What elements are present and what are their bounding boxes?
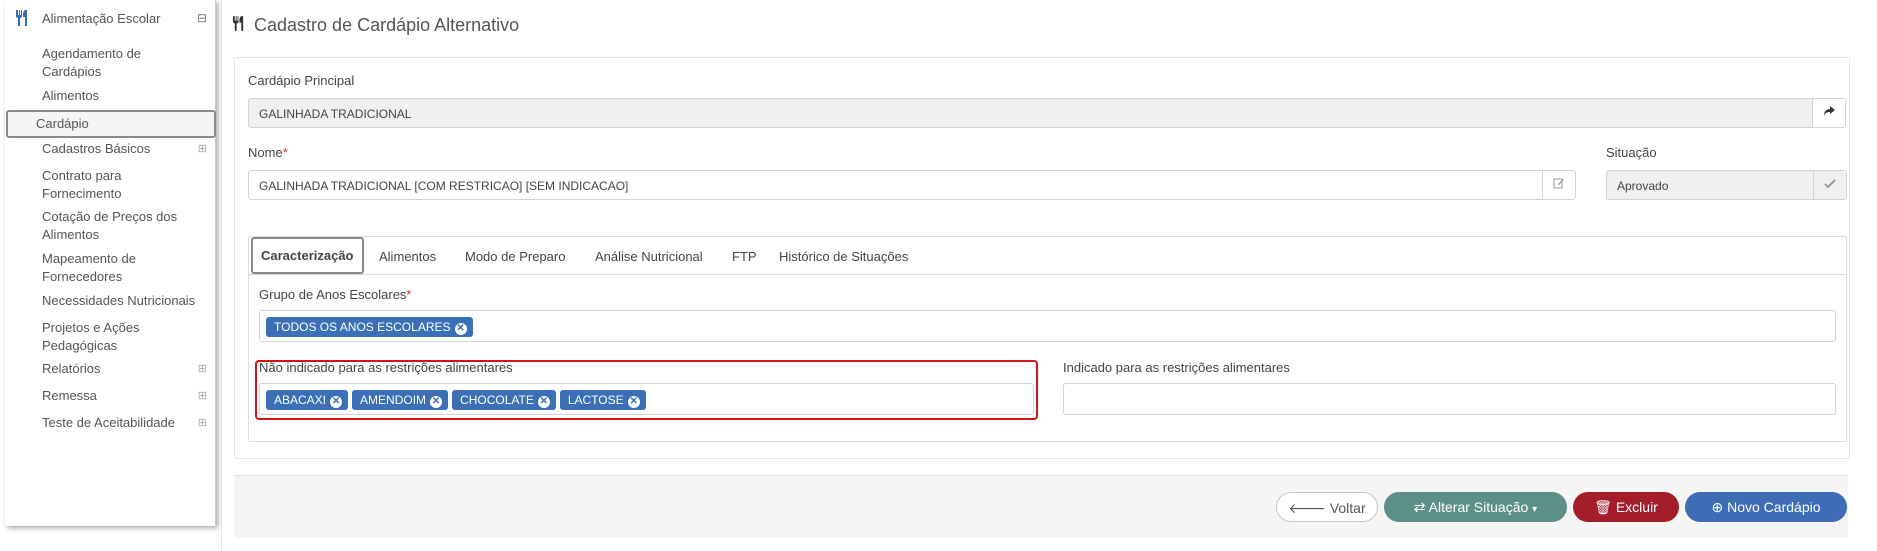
principal-label: Cardápio Principal bbox=[248, 73, 355, 88]
remove-tag-icon[interactable]: ✕ bbox=[454, 323, 467, 335]
sidebar-item-agendamento[interactable]: Agendamento de Cardápios bbox=[5, 45, 215, 81]
sidebar: Alimentação Escolar ⊟ Agendamento de Car… bbox=[5, 0, 216, 526]
sidebar-module-header[interactable]: Alimentação Escolar ⊟ bbox=[5, 0, 215, 38]
alterar-label: Alterar Situação bbox=[1428, 499, 1529, 515]
voltar-label: Voltar bbox=[1329, 500, 1366, 516]
situacao-value: Aprovado bbox=[1617, 179, 1669, 193]
situacao-field: Aprovado bbox=[1606, 170, 1847, 200]
grupo-label-text: Grupo de Anos Escolares bbox=[259, 287, 407, 302]
plus-circle-icon: ⊕ bbox=[1711, 499, 1724, 515]
sidebar-item-label: Alimentos bbox=[42, 88, 100, 103]
sidebar-item-teste[interactable]: Teste de Aceitabilidade ⊞ bbox=[5, 414, 215, 434]
sidebar-item-remessa[interactable]: Remessa ⊞ bbox=[5, 387, 215, 407]
collapse-icon[interactable]: ⊟ bbox=[197, 12, 207, 24]
check-icon bbox=[1813, 171, 1846, 199]
tab-ftp[interactable]: FTP bbox=[732, 249, 757, 264]
sidebar-item-alimentos[interactable]: Alimentos bbox=[5, 87, 215, 107]
share-icon[interactable] bbox=[1812, 99, 1845, 127]
required-marker: * bbox=[282, 145, 288, 160]
grupo-tag-input[interactable]: TODOS OS ANOS ESCOLARES ✕ bbox=[259, 310, 1836, 342]
trash-icon: 🗑 bbox=[1594, 499, 1612, 515]
tag-label: TODOS OS ANOS ESCOLARES bbox=[274, 320, 451, 334]
expand-icon[interactable]: ⊞ bbox=[198, 362, 207, 375]
edit-icon[interactable] bbox=[1542, 171, 1575, 199]
alterar-situacao-button[interactable]: ⇄ Alterar Situação ▾ bbox=[1384, 492, 1567, 522]
sidebar-item-contrato[interactable]: Contrato para Fornecimento bbox=[5, 167, 215, 203]
sidebar-item-label: Cotação de Preços dos Alimentos bbox=[42, 209, 178, 242]
situacao-label: Situação bbox=[1606, 145, 1657, 160]
sidebar-item-label: Necessidades Nutricionais bbox=[42, 293, 196, 308]
novo-cardapio-button[interactable]: ⊕ Novo Cardápio bbox=[1685, 492, 1847, 522]
tab-analise-nutricional[interactable]: Análise Nutricional bbox=[595, 249, 703, 264]
principal-value: GALINHADA TRADICIONAL bbox=[259, 107, 412, 121]
expand-icon[interactable]: ⊞ bbox=[198, 142, 207, 155]
sidebar-item-label: Mapeamento de Fornecedores bbox=[42, 251, 136, 284]
tab-alimentos[interactable]: Alimentos bbox=[379, 249, 436, 264]
exchange-icon: ⇄ bbox=[1413, 499, 1426, 515]
principal-field[interactable]: GALINHADA TRADICIONAL bbox=[248, 98, 1846, 128]
page-title-text: Cadastro de Cardápio Alternativo bbox=[254, 15, 520, 35]
utensils-icon bbox=[232, 15, 250, 35]
grupo-label: Grupo de Anos Escolares* bbox=[259, 287, 411, 302]
caret-down-icon: ▾ bbox=[1532, 504, 1538, 515]
nome-label-text: Nome bbox=[248, 145, 283, 160]
expand-icon[interactable]: ⊞ bbox=[198, 416, 207, 429]
indicado-label: Indicado para as restrições alimentares bbox=[1063, 360, 1290, 375]
tab-caracterizacao[interactable]: Caracterização bbox=[251, 237, 364, 274]
novo-label: Novo Cardápio bbox=[1727, 499, 1821, 515]
sidebar-item-relatorios[interactable]: Relatórios ⊞ bbox=[5, 360, 215, 380]
sidebar-item-label: Teste de Aceitabilidade bbox=[42, 415, 175, 430]
sidebar-item-label: Cadastros Básicos bbox=[42, 141, 151, 156]
tag-chip: TODOS OS ANOS ESCOLARES ✕ bbox=[266, 317, 473, 337]
tab-historico[interactable]: Histórico de Situações bbox=[779, 249, 908, 264]
page-title: Cadastro de Cardápio Alternativo bbox=[232, 15, 519, 36]
nome-value: GALINHADA TRADICIONAL [COM RESTRICAO] [S… bbox=[259, 179, 629, 193]
sidebar-item-necessidades[interactable]: Necessidades Nutricionais bbox=[5, 292, 215, 312]
sidebar-item-label: Contrato para Fornecimento bbox=[42, 168, 122, 201]
sidebar-item-label: Relatórios bbox=[42, 361, 101, 376]
expand-icon[interactable]: ⊞ bbox=[198, 389, 207, 402]
sidebar-item-label: Remessa bbox=[42, 388, 97, 403]
nome-label: Nome* bbox=[248, 145, 288, 160]
sidebar-module-label: Alimentação Escolar bbox=[42, 11, 161, 26]
utensils-icon bbox=[15, 10, 29, 31]
sidebar-item-projetos[interactable]: Projetos e Ações Pedagógicas bbox=[5, 319, 215, 355]
highlight-box bbox=[255, 360, 1038, 420]
excluir-label: Excluir bbox=[1615, 499, 1658, 515]
sidebar-item-cotacao[interactable]: Cotação de Preços dos Alimentos bbox=[5, 208, 215, 244]
sidebar-item-mapeamento[interactable]: Mapeamento de Fornecedores bbox=[5, 250, 215, 286]
required-marker: * bbox=[406, 287, 412, 302]
tab-modo-preparo[interactable]: Modo de Preparo bbox=[465, 249, 565, 264]
voltar-button[interactable]: 🡐 Voltar bbox=[1276, 492, 1378, 522]
sidebar-item-cadastros-basicos[interactable]: Cadastros Básicos ⊞ bbox=[5, 140, 215, 160]
sidebar-item-label: Cardápio bbox=[36, 116, 89, 131]
sidebar-item-label: Agendamento de Cardápios bbox=[42, 46, 142, 79]
nome-field[interactable]: GALINHADA TRADICIONAL [COM RESTRICAO] [S… bbox=[248, 170, 1576, 200]
sidebar-item-cardapio[interactable]: Cardápio bbox=[6, 110, 216, 138]
tab-bar: Caracterização Alimentos Modo de Preparo… bbox=[249, 237, 1846, 275]
indicado-tag-input[interactable] bbox=[1063, 383, 1836, 415]
sidebar-item-label: Projetos e Ações Pedagógicas bbox=[42, 320, 140, 353]
arrow-left-icon: 🡐 bbox=[1288, 500, 1326, 516]
excluir-button[interactable]: 🗑 Excluir bbox=[1573, 492, 1679, 522]
